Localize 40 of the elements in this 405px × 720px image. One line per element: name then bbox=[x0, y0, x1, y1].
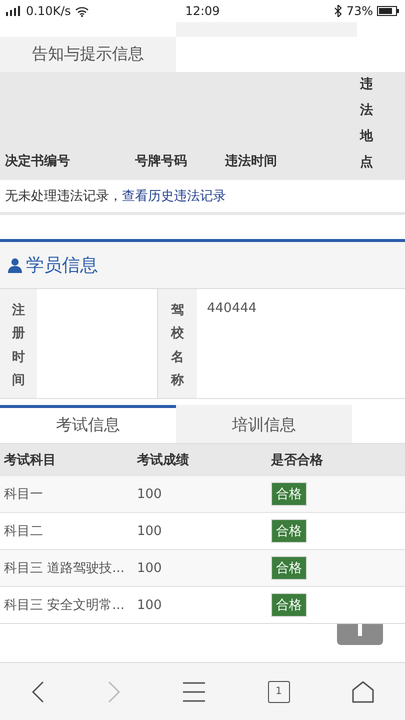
tab[interactable]: 培训信息 bbox=[176, 405, 352, 443]
empty-message: 无未处理违法记录， bbox=[5, 188, 122, 205]
field-value: 440444 bbox=[207, 301, 257, 316]
subject-cell-text: 科目三 安全文明常... bbox=[4, 597, 126, 614]
column-header: 违法地点 bbox=[360, 76, 373, 172]
back-button[interactable] bbox=[31, 680, 46, 702]
subject-cell-text: 科目二 bbox=[4, 523, 44, 540]
column-header: 决定书编号 bbox=[5, 152, 71, 171]
score-cell-text: 100 bbox=[137, 598, 163, 612]
battery-icon bbox=[377, 6, 399, 16]
field-label: 驾校名称 bbox=[171, 302, 184, 390]
column-header: 违法时间 bbox=[225, 153, 278, 171]
history-link[interactable]: 查看历史违法记录 bbox=[122, 187, 226, 205]
tab-count-button[interactable]: 1 bbox=[268, 680, 290, 702]
score-cell-text: 100 bbox=[137, 486, 163, 502]
panel-title: 学员信息 bbox=[26, 254, 98, 277]
column-header: 考试科目 bbox=[4, 452, 57, 468]
menu-button[interactable] bbox=[183, 682, 206, 702]
field-label: 注册时间 bbox=[12, 302, 25, 390]
subject-cell-text: 科目一 bbox=[4, 486, 44, 503]
column-header: 号牌号码 bbox=[135, 153, 188, 171]
network-speed: 0.10K/s bbox=[26, 4, 71, 18]
bluetooth-icon bbox=[334, 5, 342, 17]
back-to-top-button[interactable] bbox=[337, 624, 383, 645]
clock-time: 12:09 bbox=[185, 4, 220, 18]
result-badge: 合格 bbox=[271, 593, 307, 617]
score-cell-text: 100 bbox=[137, 560, 163, 576]
result-badge: 合格 bbox=[271, 556, 307, 580]
result-badge: 合格 bbox=[271, 482, 307, 506]
user-icon bbox=[8, 258, 22, 272]
notice-tab[interactable]: 告知与提示信息 bbox=[0, 37, 176, 72]
subject-cell-text: 科目三 道路驾驶技... bbox=[4, 560, 126, 577]
wifi-icon bbox=[74, 6, 89, 16]
result-badge: 合格 bbox=[271, 519, 307, 543]
column-header: 是否合格 bbox=[271, 452, 324, 468]
column-header: 考试成绩 bbox=[137, 452, 190, 468]
score-cell-text: 100 bbox=[137, 524, 163, 538]
signal-icon bbox=[6, 6, 22, 16]
home-button[interactable] bbox=[352, 680, 374, 702]
battery-percent: 73% bbox=[346, 4, 373, 18]
